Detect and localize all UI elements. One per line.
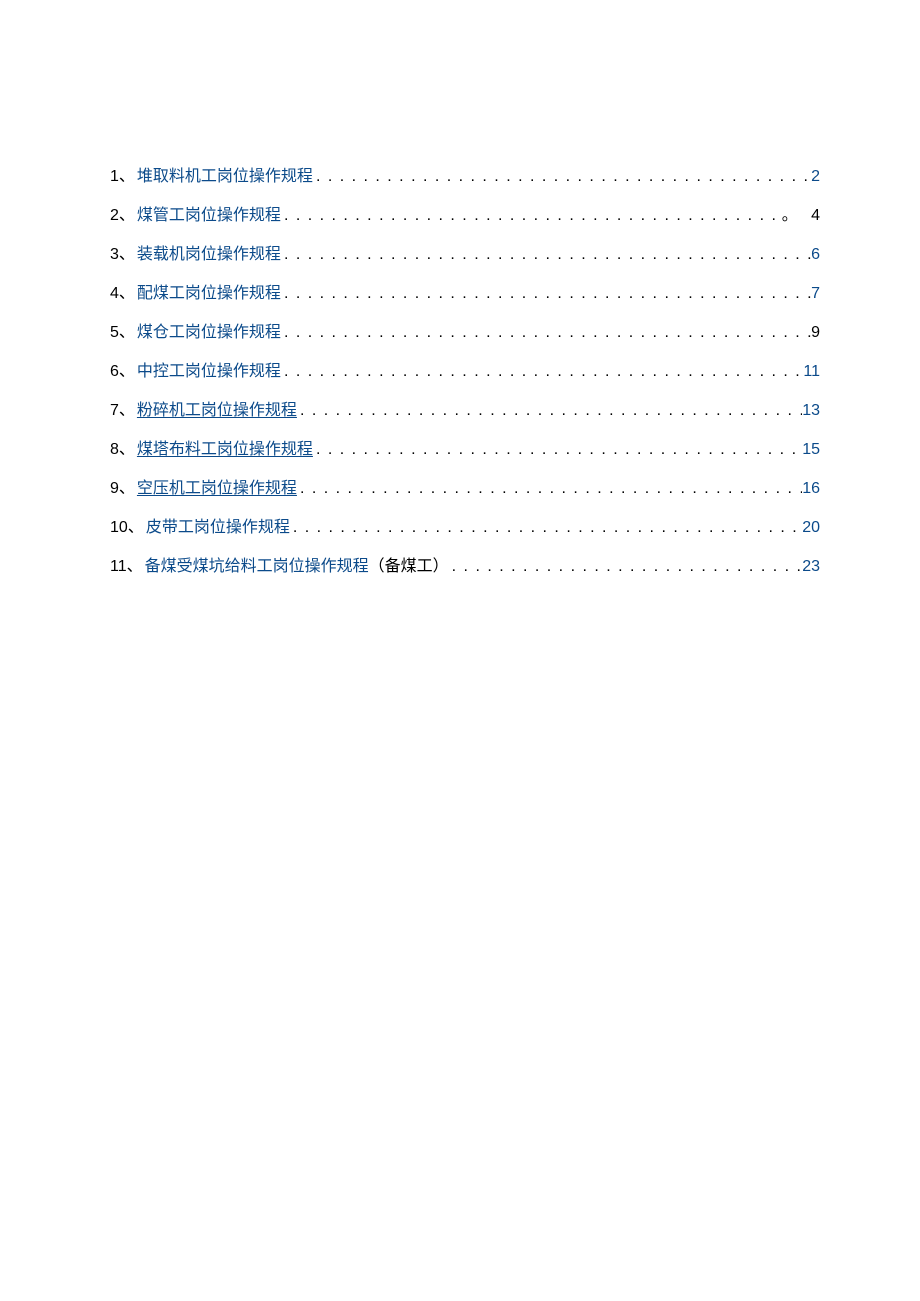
toc-leader-dots <box>281 282 811 306</box>
toc-entry-title: 装载机岗位操作规程 <box>137 243 281 267</box>
toc-entry-suffix: （备煤工） <box>369 555 449 579</box>
toc-entry-separator: 、 <box>119 399 135 423</box>
toc-entry-number: 1 <box>110 165 119 189</box>
toc-entry-title: 中控工岗位操作规程 <box>137 360 281 384</box>
toc-entry-extra: 。 <box>782 204 798 228</box>
toc-entry: 2、煤管工岗位操作规程 。 4 <box>110 204 820 229</box>
toc-entry-title: 煤仓工岗位操作规程 <box>137 321 281 345</box>
toc-entry: 7、粉碎机工岗位操作规程 13 <box>110 399 820 424</box>
toc-entry-separator: 、 <box>119 360 135 384</box>
toc-entry-title: 堆取料机工岗位操作规程 <box>137 165 313 189</box>
toc-entry-separator: 、 <box>119 321 135 345</box>
toc-entry-number: 6 <box>110 360 119 384</box>
toc-entry-page: 7 <box>811 282 820 306</box>
toc-entry: 4、配煤工岗位操作规程 7 <box>110 282 820 307</box>
toc-entry-separator: 、 <box>119 204 135 228</box>
toc-entry: 6、中控工岗位操作规程 11 <box>110 360 820 385</box>
toc-entry-separator: 、 <box>119 165 135 189</box>
toc-entry-title: 皮带工岗位操作规程 <box>146 516 290 540</box>
toc-entry-number: 11 <box>110 555 127 579</box>
toc-entry-separator: 、 <box>119 438 135 462</box>
toc-entry: 5、煤仓工岗位操作规程 9 <box>110 321 820 346</box>
toc-entry-title: 配煤工岗位操作规程 <box>137 282 281 306</box>
toc-entry-separator: 、 <box>119 282 135 306</box>
toc-entry-number: 10 <box>110 516 128 540</box>
toc-entry-page: 9 <box>811 321 820 345</box>
table-of-contents: 1、堆取料机工岗位操作规程22、煤管工岗位操作规程。 43、装载机岗位操作规程6… <box>110 165 820 580</box>
toc-entry-separator: 、 <box>127 555 143 579</box>
toc-leader-dots <box>281 360 803 384</box>
toc-entry: 9、空压机工岗位操作规程 16 <box>110 477 820 502</box>
toc-leader-dots <box>449 555 803 579</box>
toc-leader-dots <box>281 243 811 267</box>
toc-entry-separator: 、 <box>128 516 144 540</box>
toc-leader-dots <box>313 438 802 462</box>
toc-entry-number: 7 <box>110 399 119 423</box>
toc-entry-title: 备煤受煤坑给料工岗位操作规程 <box>145 555 369 579</box>
toc-entry: 11、备煤受煤坑给料工岗位操作规程（备煤工） 23 <box>110 555 820 580</box>
toc-entry-number: 4 <box>110 282 119 306</box>
toc-entry: 1、堆取料机工岗位操作规程 2 <box>110 165 820 190</box>
toc-entry-page: 13 <box>802 399 820 423</box>
toc-entry-number: 2 <box>110 204 119 228</box>
toc-entry-page: 20 <box>802 516 820 540</box>
toc-entry-separator: 、 <box>119 477 135 501</box>
toc-entry-page: 15 <box>802 438 820 462</box>
toc-leader-dots <box>297 477 802 501</box>
toc-entry-number: 5 <box>110 321 119 345</box>
toc-entry-page: 23 <box>802 555 820 579</box>
toc-entry-title[interactable]: 空压机工岗位操作规程 <box>137 477 297 501</box>
toc-leader-dots <box>281 204 780 228</box>
toc-entry: 3、装载机岗位操作规程 6 <box>110 243 820 268</box>
toc-entry-title: 煤管工岗位操作规程 <box>137 204 281 228</box>
toc-entry-page: 16 <box>802 477 820 501</box>
toc-entry-number: 3 <box>110 243 119 267</box>
toc-leader-dots <box>313 165 811 189</box>
toc-entry-number: 8 <box>110 438 119 462</box>
toc-leader-dots <box>281 321 811 345</box>
toc-entry-number: 9 <box>110 477 119 501</box>
toc-entry-title[interactable]: 粉碎机工岗位操作规程 <box>137 399 297 423</box>
toc-leader-dots <box>297 399 802 423</box>
toc-entry-page: 4 <box>811 204 820 228</box>
toc-entry: 8、煤塔布料工岗位操作规程 15 <box>110 438 820 463</box>
toc-entry-page: 11 <box>803 360 820 384</box>
toc-entry: 10、皮带工岗位操作规程 20 <box>110 516 820 541</box>
toc-leader-dots <box>290 516 802 540</box>
toc-entry-title[interactable]: 煤塔布料工岗位操作规程 <box>137 438 313 462</box>
toc-entry-page: 2 <box>811 165 820 189</box>
toc-entry-separator: 、 <box>119 243 135 267</box>
toc-entry-page: 6 <box>811 243 820 267</box>
